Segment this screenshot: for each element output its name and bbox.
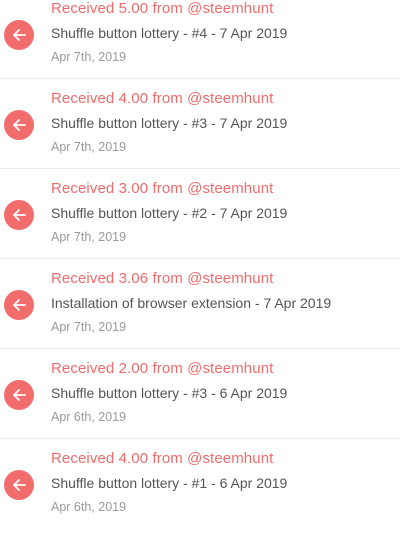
left-arrow-icon [4,380,34,410]
transaction-date: Apr 7th, 2019 [51,140,127,154]
left-arrow-icon [4,110,34,140]
transaction-item[interactable]: Received 5.00 from @steemhunt Shuffle bu… [0,0,400,79]
transaction-title: Received 5.00 from @steemhunt [51,0,274,17]
left-arrow-icon [4,290,34,320]
transaction-title: Received 3.06 from @steemhunt [51,270,274,287]
left-arrow-icon [4,470,34,500]
transaction-item[interactable]: Received 4.00 from @steemhunt Shuffle bu… [0,439,400,529]
transaction-title: Received 4.00 from @steemhunt [51,450,274,467]
transaction-date: Apr 7th, 2019 [51,50,127,64]
transaction-memo: Shuffle button lottery - #2 - 7 Apr 2019 [51,205,288,221]
transaction-memo: Installation of browser extension - 7 Ap… [51,295,332,311]
transaction-memo: Shuffle button lottery - #4 - 7 Apr 2019 [51,25,288,41]
transaction-item[interactable]: Received 4.00 from @steemhunt Shuffle bu… [0,79,400,169]
transaction-item[interactable]: Received 3.00 from @steemhunt Shuffle bu… [0,169,400,259]
transaction-title: Received 4.00 from @steemhunt [51,90,274,107]
transaction-date: Apr 7th, 2019 [51,230,127,244]
transaction-text: Received 4.00 from @steemhunt Shuffle bu… [51,449,394,515]
left-arrow-icon [4,200,34,230]
transaction-title: Received 2.00 from @steemhunt [51,360,274,377]
transaction-memo: Shuffle button lottery - #3 - 6 Apr 2019 [51,385,288,401]
transaction-date: Apr 6th, 2019 [51,500,127,514]
transaction-text: Received 3.00 from @steemhunt Shuffle bu… [51,179,394,245]
transaction-title: Received 3.00 from @steemhunt [51,180,274,197]
transaction-text: Received 5.00 from @steemhunt Shuffle bu… [51,0,394,65]
transaction-item[interactable]: Received 2.00 from @steemhunt Shuffle bu… [0,349,400,439]
transaction-text: Received 3.06 from @steemhunt Installati… [51,269,394,335]
transaction-text: Received 4.00 from @steemhunt Shuffle bu… [51,89,394,155]
transaction-date: Apr 6th, 2019 [51,410,127,424]
transaction-memo: Shuffle button lottery - #1 - 6 Apr 2019 [51,475,288,491]
transaction-memo: Shuffle button lottery - #3 - 7 Apr 2019 [51,115,288,131]
transaction-item[interactable]: Received 3.06 from @steemhunt Installati… [0,259,400,349]
transaction-list: Received 5.00 from @steemhunt Shuffle bu… [0,0,400,529]
transaction-text: Received 2.00 from @steemhunt Shuffle bu… [51,359,394,425]
left-arrow-icon [4,20,34,50]
transaction-date: Apr 7th, 2019 [51,320,127,334]
